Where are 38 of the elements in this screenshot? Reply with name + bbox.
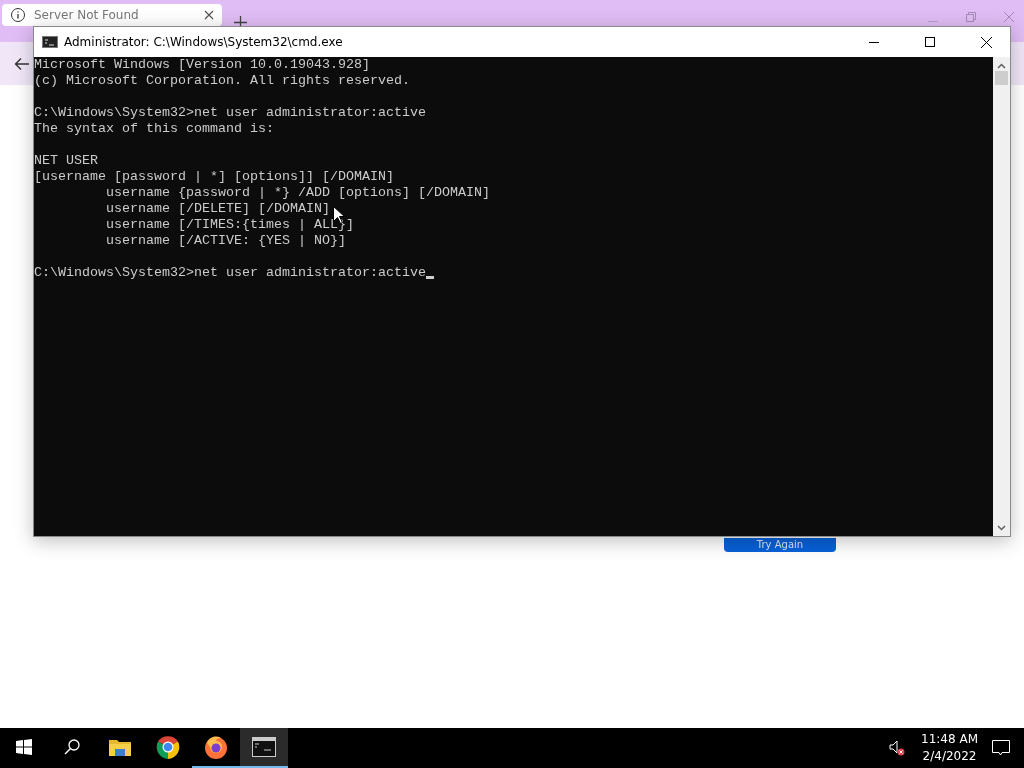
- search-icon[interactable]: [64, 739, 80, 755]
- console-icon[interactable]: [252, 737, 276, 757]
- console-icon: [42, 36, 58, 48]
- scroll-down-icon[interactable]: [997, 525, 1006, 531]
- console-line: NET USER: [34, 153, 98, 169]
- back-icon[interactable]: [14, 56, 30, 71]
- console-line: username {password | *} /ADD [options] [/DOMAIN]: [104, 185, 490, 201]
- maximize-icon[interactable]: [925, 36, 935, 47]
- text-cursor: [425, 276, 434, 279]
- console-line: [username [password | *] [options]] [/DOMAIN]: [34, 169, 394, 185]
- windows-start-icon[interactable]: [16, 739, 32, 755]
- clock-date: 2/4/2022: [922, 748, 977, 765]
- new-tab-icon[interactable]: [234, 16, 247, 29]
- clock[interactable]: 11:48 AM 2/4/2022: [921, 731, 978, 765]
- console-line: The syntax of this command is:: [34, 121, 274, 137]
- console-line: C:\Windows\System32>net user administrator:active: [34, 105, 426, 121]
- notification-icon[interactable]: [992, 740, 1010, 756]
- close-icon[interactable]: [204, 10, 214, 20]
- folder-icon[interactable]: [109, 738, 131, 756]
- browser-tab[interactable]: Server Not Found: [2, 4, 222, 26]
- firefox-icon[interactable]: [204, 735, 228, 759]
- console-line: Microsoft Windows [Version 10.0.19043.928]: [34, 57, 370, 73]
- try-again-button[interactable]: Try Again: [724, 538, 836, 552]
- chrome-icon[interactable]: [156, 735, 180, 759]
- console-line: username [/DELETE] [/DOMAIN]: [104, 201, 330, 217]
- close-icon[interactable]: [981, 36, 992, 48]
- scroll-thumb[interactable]: [995, 71, 1008, 85]
- console-line: username [/ACTIVE: {YES | NO}]: [104, 233, 346, 249]
- window-title: Administrator: C:\Windows\System32\cmd.exe: [64, 35, 344, 49]
- clock-time: 11:48 AM: [921, 731, 978, 748]
- scrollbar[interactable]: [993, 57, 1010, 536]
- command-line: C:\Windows\System32>net user administrator:active: [34, 265, 426, 281]
- console-line: username [/TIMES:{times | ALL}]: [104, 217, 354, 233]
- tab-title: Server Not Found: [34, 8, 140, 22]
- taskbar-button[interactable]: [240, 728, 288, 768]
- scroll-up-icon[interactable]: [997, 63, 1006, 69]
- info-icon: [10, 7, 26, 23]
- console-line: (c) Microsoft Corporation. All rights reserved.: [34, 73, 410, 89]
